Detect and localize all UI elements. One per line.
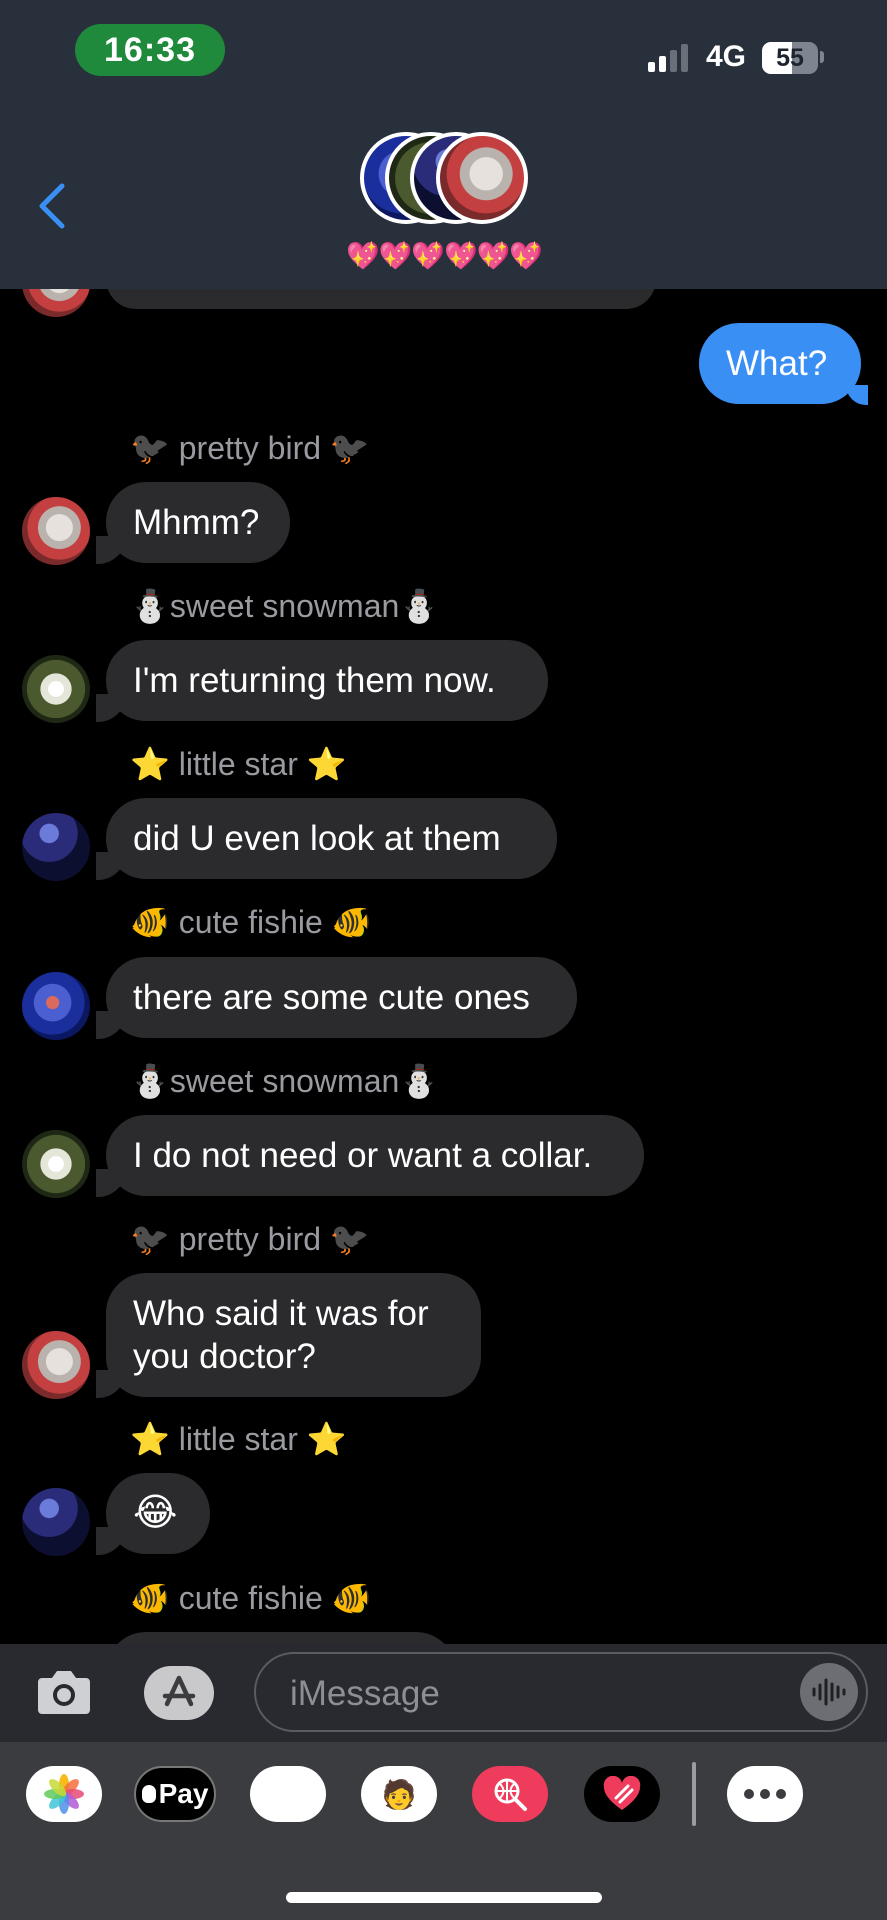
heart-touch-icon	[603, 1776, 641, 1810]
bubble-tail	[96, 1370, 126, 1398]
battery-icon: 55	[762, 42, 818, 74]
message-bubble-partial[interactable]	[106, 1632, 456, 1644]
digital-touch-button[interactable]	[584, 1766, 660, 1822]
bubble-tail	[96, 536, 126, 564]
avatar[interactable]	[22, 655, 90, 723]
message-list[interactable]: What? 🐦‍⬛ pretty bird 🐦‍⬛ Mhmm? ⛄sweet s…	[0, 289, 887, 1644]
network-type: 4G	[706, 40, 747, 73]
status-time: 16:33	[75, 24, 225, 76]
more-apps-button[interactable]	[727, 1766, 803, 1822]
waveform-icon	[812, 1678, 846, 1706]
monkey-icon: 🐵	[271, 1778, 305, 1810]
animoji-button[interactable]: 🐵	[250, 1766, 326, 1822]
drawer-divider	[692, 1762, 696, 1826]
apple-pay-button[interactable]: Pay	[134, 1766, 216, 1822]
sender-name: ⭐ little star ⭐	[130, 1421, 347, 1457]
message-text: 😂	[133, 1492, 178, 1534]
bubble-tail	[96, 1527, 126, 1555]
message-text: I'm returning them now.	[133, 661, 496, 700]
incoming-message[interactable]: there are some cute ones	[106, 957, 577, 1038]
photos-icon	[44, 1774, 84, 1814]
photos-app-button[interactable]	[26, 1766, 102, 1822]
message-text: did U even look at them	[133, 819, 501, 858]
group-avatar-stack[interactable]	[360, 132, 530, 232]
globe-search-icon	[494, 1778, 527, 1811]
group-name[interactable]: 💖💖💖💖💖💖	[334, 240, 554, 272]
memoji-icon: 🧑	[381, 1778, 417, 1810]
message-text: I do not need or want a collar.	[133, 1136, 593, 1175]
sender-name: 🐠 cute fishie 🐠	[130, 904, 372, 940]
audio-message-button[interactable]	[800, 1663, 858, 1721]
message-input[interactable]: iMessage	[254, 1652, 868, 1732]
apple-logo-icon	[141, 1785, 156, 1803]
cellular-signal-icon	[648, 44, 688, 72]
avatar	[22, 289, 90, 317]
compose-bar: iMessage	[0, 1644, 887, 1742]
image-search-button[interactable]	[472, 1766, 548, 1822]
avatar[interactable]	[22, 1488, 90, 1556]
avatar[interactable]	[22, 1130, 90, 1198]
home-indicator[interactable]	[286, 1892, 602, 1903]
conversation-header: 16:33 4G 55 💖💖💖💖💖💖	[0, 0, 887, 289]
avatar[interactable]	[22, 972, 90, 1040]
avatar[interactable]	[22, 813, 90, 881]
message-text-line-1: Who said it was for	[133, 1294, 429, 1333]
imessage-app-drawer: Pay 🐵 🧑	[0, 1742, 887, 1920]
battery-level: 55	[776, 43, 804, 72]
message-bubble-partial[interactable]	[106, 289, 656, 309]
incoming-message[interactable]: I do not need or want a collar.	[106, 1115, 644, 1196]
message-input-placeholder: iMessage	[290, 1674, 440, 1713]
app-store-button[interactable]	[144, 1666, 214, 1720]
message-text: Mhmm?	[133, 503, 260, 542]
incoming-message[interactable]: I'm returning them now.	[106, 640, 548, 721]
battery-nub	[820, 51, 824, 63]
apple-pay-label: Pay	[158, 1778, 209, 1809]
sender-name: ⛄sweet snowman⛄	[130, 1063, 440, 1099]
outgoing-message[interactable]: What?	[699, 323, 861, 404]
bubble-tail	[96, 1011, 126, 1039]
bubble-tail	[96, 852, 126, 880]
incoming-message[interactable]: Who said it was for you doctor?	[106, 1273, 481, 1397]
group-avatar-cat	[436, 132, 528, 224]
message-text: What?	[726, 344, 828, 383]
avatar[interactable]	[22, 497, 90, 565]
message-text: there are some cute ones	[133, 978, 530, 1017]
sender-name: ⭐ little star ⭐	[130, 746, 347, 782]
message-text-line-2: you doctor?	[133, 1337, 316, 1376]
bubble-tail	[846, 385, 868, 405]
sender-name: 🐠 cute fishie 🐠	[130, 1580, 372, 1616]
sender-name: ⛄sweet snowman⛄	[130, 588, 440, 624]
bubble-tail	[96, 1169, 126, 1197]
back-chevron-icon[interactable]	[34, 182, 70, 230]
avatar[interactable]	[22, 1331, 90, 1399]
incoming-message[interactable]: Mhmm?	[106, 482, 290, 563]
bubble-tail	[96, 694, 126, 722]
sender-name: 🐦‍⬛ pretty bird 🐦‍⬛	[130, 1221, 370, 1257]
sender-name: 🐦‍⬛ pretty bird 🐦‍⬛	[130, 430, 370, 466]
incoming-message[interactable]: did U even look at them	[106, 798, 557, 879]
app-store-icon	[162, 1675, 196, 1707]
camera-icon[interactable]	[36, 1666, 92, 1716]
memoji-button[interactable]: 🧑	[361, 1766, 437, 1822]
more-icon	[744, 1789, 786, 1799]
